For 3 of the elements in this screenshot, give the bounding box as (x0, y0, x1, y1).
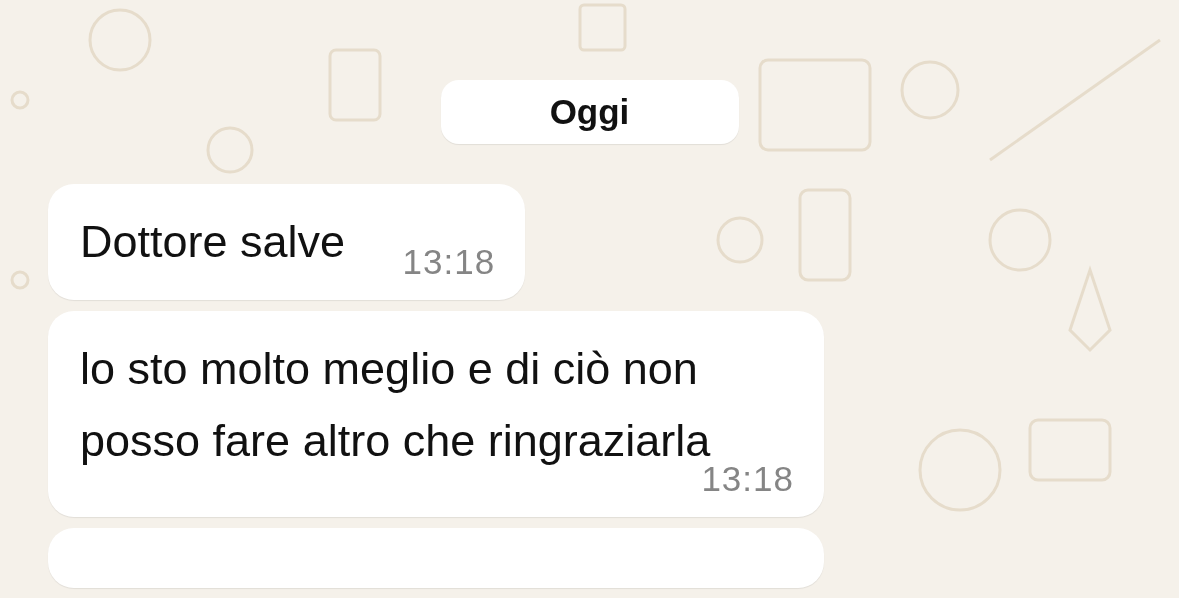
message-text: Dottore salve (80, 216, 346, 267)
date-divider: Oggi (440, 80, 739, 144)
message-time: 13:18 (402, 242, 496, 282)
